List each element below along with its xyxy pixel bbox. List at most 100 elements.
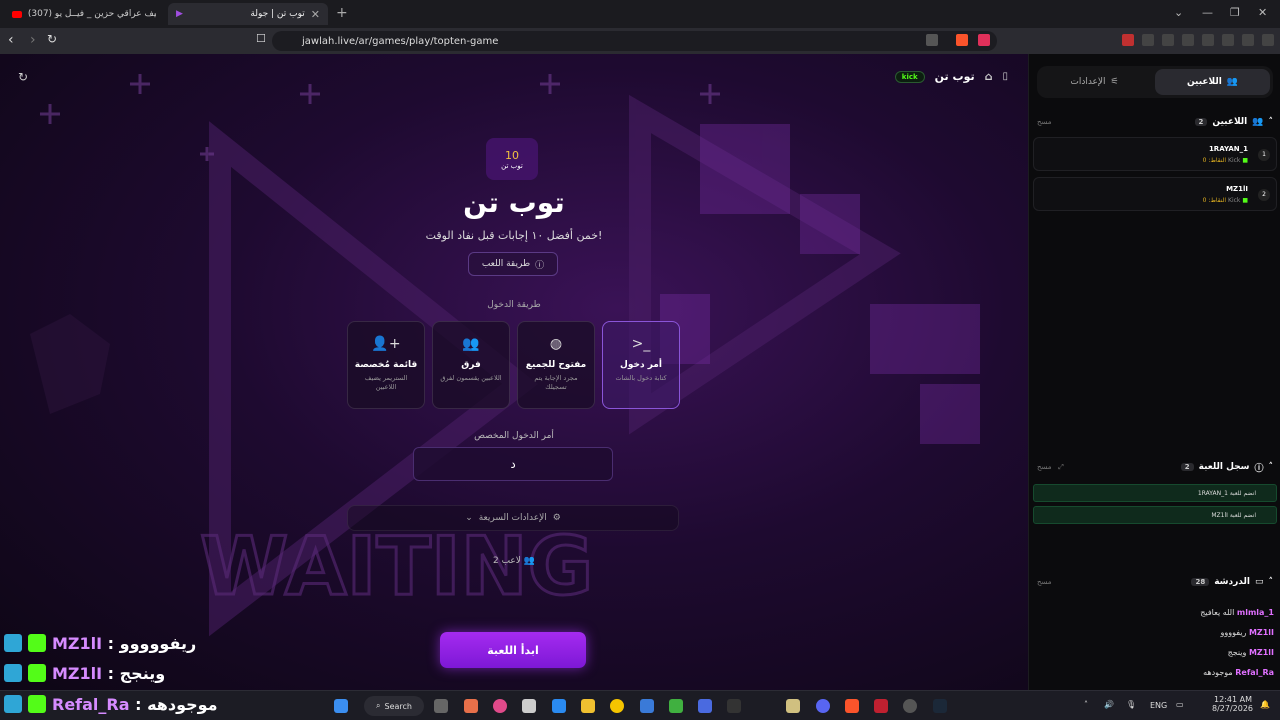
entry-method-label: طريقة الدخول <box>487 300 541 310</box>
mode-open-to-all[interactable]: ◍ مفتوح للجميع مجرد الإجابة يتم تسجيلك <box>517 321 595 409</box>
app-icon[interactable] <box>874 699 888 713</box>
extension-icon[interactable] <box>1142 34 1154 46</box>
xbox-icon[interactable] <box>669 699 683 713</box>
clear-players-button[interactable]: مسح <box>1037 118 1052 126</box>
brave-icon[interactable] <box>845 699 859 713</box>
clear-chat-button[interactable]: مسح <box>1037 578 1052 586</box>
kick-icon: ■ <box>1242 157 1248 164</box>
platform-text: Kick <box>1228 157 1241 164</box>
home-icon[interactable]: ⌂ <box>985 70 993 83</box>
chat-user: Refal_Ra <box>1235 668 1274 677</box>
points-text: النقاط: 0 <box>1202 157 1227 164</box>
wallet-icon[interactable] <box>1202 34 1214 46</box>
new-tab-icon[interactable]: + <box>336 5 348 21</box>
obs-icon[interactable] <box>903 699 917 713</box>
close-tab-icon[interactable]: ✕ <box>311 8 320 21</box>
info-icon: ⓘ <box>1254 463 1264 474</box>
points-text: النقاط: 0 <box>1202 197 1227 204</box>
discord-icon[interactable] <box>816 699 830 713</box>
extension-icon[interactable] <box>1162 34 1174 46</box>
expand-icon[interactable]: ⤢ <box>1058 463 1064 471</box>
ai-icon[interactable] <box>1222 34 1234 46</box>
tray-chevron-icon[interactable]: ˄ <box>1084 700 1088 709</box>
quick-settings-toggle[interactable]: ⌄ الإعدادات السريعة ⚙ <box>347 505 679 531</box>
right-sidebar: الإعدادات ⚟ اللاعبين 👥 مسح 2 اللاعبين 👥 … <box>1028 54 1280 690</box>
clock-date: 8/27/2026 <box>1212 704 1254 713</box>
file-explorer-icon[interactable] <box>581 699 595 713</box>
music-app-icon[interactable] <box>493 699 507 713</box>
app-icon[interactable] <box>698 699 712 713</box>
mode-title: قائمة مُخصصة <box>354 360 418 370</box>
terminal-icon: >_ <box>631 336 651 352</box>
language-indicator[interactable]: ENG <box>1150 701 1167 710</box>
reload-icon[interactable]: ↻ <box>47 32 57 46</box>
volume-icon[interactable]: 🔊 <box>1104 700 1114 709</box>
sidebar-toggle-icon[interactable] <box>1182 34 1194 46</box>
brave-shields-icon[interactable] <box>956 34 968 46</box>
refresh-icon[interactable]: ↻ <box>18 70 28 84</box>
waiting-watermark: WAITING <box>200 520 593 613</box>
app-icon[interactable] <box>522 699 536 713</box>
custom-command-label: أمر الدخول المخصص <box>474 431 554 441</box>
vpn-icon[interactable] <box>1242 34 1254 46</box>
log-text: 1RAYAN_1 انضم للعبة <box>1197 489 1256 497</box>
player-row[interactable]: MZ1lI النقاط: 0 Kick ■ 2 <box>1033 177 1277 211</box>
taskbar-search[interactable]: ⌕ Search <box>364 696 424 716</box>
overlay-sep: : <box>102 663 120 683</box>
app-icon[interactable] <box>464 699 478 713</box>
tab-settings[interactable]: الإعدادات ⚟ <box>1037 66 1152 98</box>
bookmark-icon[interactable]: ☐ <box>256 32 266 45</box>
chevron-up-icon[interactable]: ˄ <box>1269 117 1274 127</box>
mode-entry-command[interactable]: >_ أمر دخول كتابة دخول بالشات <box>602 321 680 409</box>
forward-icon[interactable]: › <box>30 32 36 48</box>
app-icon[interactable] <box>434 699 448 713</box>
translate-icon[interactable] <box>926 34 938 46</box>
kick-badge: kick <box>894 70 925 83</box>
maximize-icon[interactable]: ❐ <box>1230 6 1240 19</box>
trophy-icon: 10 <box>505 148 519 162</box>
player-row[interactable]: 1RAYAN_1 النقاط: 0 Kick ■ 1 <box>1033 137 1277 171</box>
tab-list-icon[interactable]: ⌄ <box>1174 6 1183 19</box>
browser-tab[interactable]: (307) ارشيف عراقي حزين _ فيــل يو... <box>4 3 164 25</box>
chevron-up-icon[interactable]: ˄ <box>1269 577 1274 587</box>
users-icon: 👥 <box>523 556 536 566</box>
clear-log-button[interactable]: مسح <box>1037 463 1052 471</box>
clock[interactable]: 12:41 AM 8/27/2026 <box>1212 695 1254 713</box>
minimize-icon[interactable]: — <box>1202 6 1213 19</box>
back-icon[interactable]: ‹ <box>8 32 14 48</box>
site-favicon-icon: ▶ <box>176 9 183 19</box>
menu-icon[interactable] <box>1262 34 1274 46</box>
browser-tab-active[interactable]: ▶ توب تن | جولة ✕ <box>168 3 328 25</box>
mode-custom-list[interactable]: 👤+ قائمة مُخصصة الستريمر يضيف اللاعبين <box>347 321 425 409</box>
player-points: النقاط: 0 Kick ■ <box>1203 157 1248 164</box>
kick-icon <box>28 634 46 652</box>
store-icon[interactable] <box>640 699 654 713</box>
brave-rewards-icon[interactable] <box>978 34 990 46</box>
mode-teams[interactable]: 👥 فرق اللاعبين يقسمون لفرق <box>432 321 510 409</box>
mic-icon[interactable]: 🎙 <box>1126 700 1136 709</box>
network-icon[interactable]: ▭ <box>1176 700 1184 709</box>
tab-label: الإعدادات <box>1070 77 1106 87</box>
overlay-user: Refal_Ra <box>52 694 130 714</box>
users-icon: 👥 <box>462 336 480 352</box>
terminal-app-icon[interactable] <box>727 699 741 713</box>
start-game-button[interactable]: ابدأ اللعبة <box>440 632 586 668</box>
app-icon[interactable] <box>610 699 624 713</box>
address-bar[interactable]: jawlah.live/ar/games/play/topten-game <box>272 31 997 51</box>
sliders-icon: ⚟ <box>1110 77 1119 87</box>
log-count-badge: 2 <box>1180 463 1194 471</box>
overlay-user: MZ1lI <box>52 663 103 683</box>
close-window-icon[interactable]: ✕ <box>1258 6 1267 19</box>
extension-icon[interactable] <box>1122 34 1134 46</box>
steam-icon[interactable] <box>933 699 947 713</box>
how-to-play-button[interactable]: طريقة اللعب ⓘ <box>468 252 558 276</box>
sidebar-collapse-icon[interactable]: ▯ <box>1002 71 1008 82</box>
notifications-icon[interactable]: 🔔 <box>1260 700 1270 709</box>
kick-icon <box>28 664 46 682</box>
custom-command-input[interactable] <box>413 447 613 481</box>
tab-players[interactable]: اللاعبين 👥 <box>1155 69 1270 95</box>
vscode-icon[interactable] <box>552 699 566 713</box>
app-icon[interactable] <box>786 699 800 713</box>
windows-start-icon[interactable] <box>334 699 348 713</box>
chevron-up-icon[interactable]: ˄ <box>1269 462 1274 472</box>
